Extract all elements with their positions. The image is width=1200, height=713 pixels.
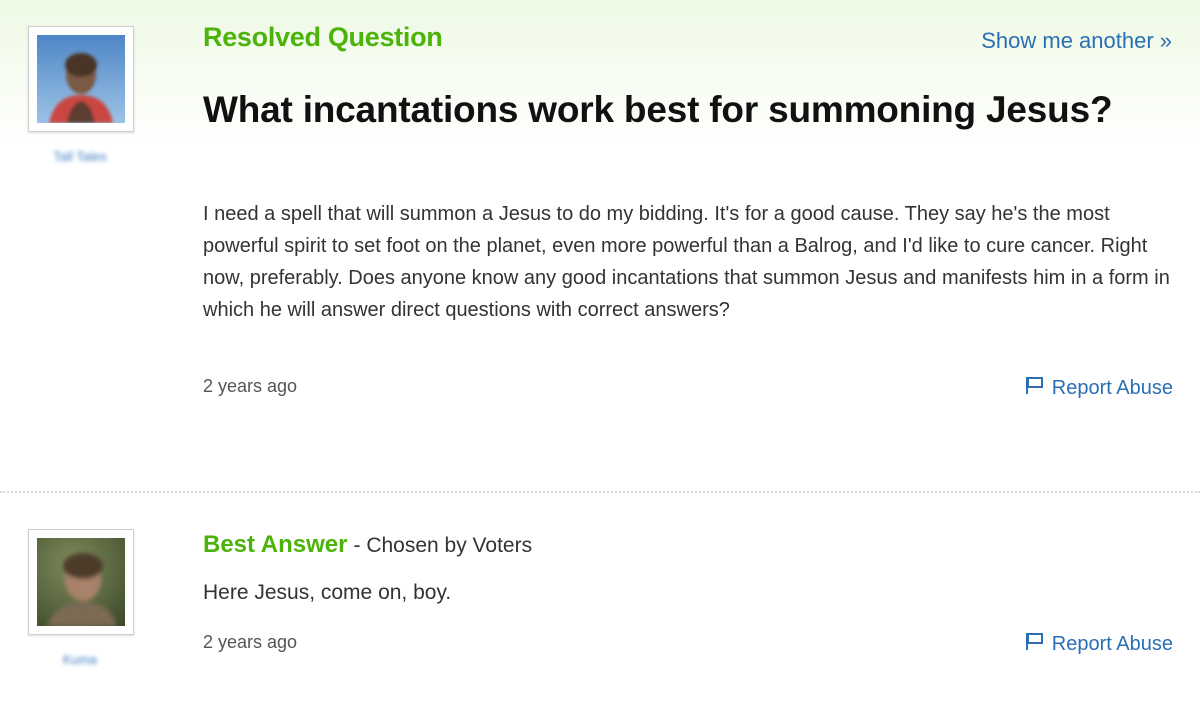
report-abuse-label: Report Abuse — [1051, 632, 1173, 655]
user-photo-icon — [37, 538, 125, 626]
asker-name[interactable]: Tall Tales — [10, 149, 150, 164]
show-another-link[interactable]: Show me another » — [981, 28, 1172, 54]
flag-icon — [1024, 631, 1044, 657]
best-answer-header: Best Answer - Chosen by Voters — [203, 531, 532, 559]
show-another-label: Show me another » — [981, 28, 1172, 53]
question-timestamp: 2 years ago — [203, 376, 298, 396]
resolved-question-label: Resolved Question — [203, 22, 443, 52]
section-divider — [0, 491, 1200, 493]
answer-timestamp: 2 years ago — [203, 632, 298, 652]
question-body: I need a spell that will summon a Jesus … — [203, 203, 1170, 321]
best-answer-label: Best Answer — [203, 531, 348, 558]
answer-report-abuse-link[interactable]: Report Abuse — [1024, 631, 1173, 657]
asker-avatar[interactable] — [28, 26, 134, 132]
user-photo-icon — [37, 35, 125, 123]
flag-icon — [1024, 375, 1044, 401]
question-title: What incantations work best for summonin… — [203, 89, 1113, 130]
answerer-name[interactable]: Kuma — [10, 652, 150, 667]
answer-body: Here Jesus, come on, boy. — [203, 581, 452, 604]
chosen-by-label: - Chosen by Voters — [353, 534, 533, 557]
report-abuse-link[interactable]: Report Abuse — [1024, 375, 1173, 401]
answerer-avatar[interactable] — [28, 529, 134, 635]
report-abuse-label: Report Abuse — [1051, 376, 1173, 399]
